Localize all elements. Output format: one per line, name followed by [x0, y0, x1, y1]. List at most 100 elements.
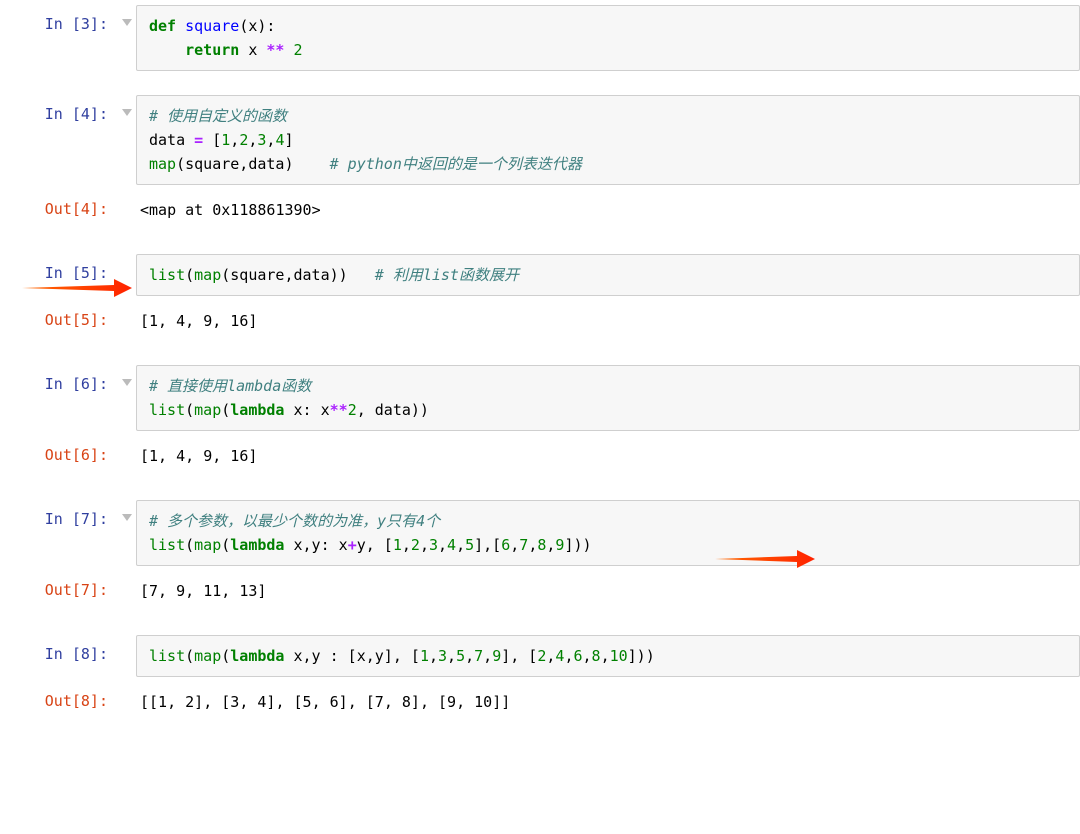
code-token [284, 41, 293, 59]
code-token: list [149, 401, 185, 419]
code-token: 4 [447, 536, 456, 554]
code-input[interactable]: # 直接使用lambda函数 list(map(lambda x: x**2, … [136, 365, 1080, 431]
code-token: ( [221, 401, 230, 419]
code-input[interactable]: def square(x): return x ** 2 [136, 5, 1080, 71]
code-token: list [149, 266, 185, 284]
code-token: , [402, 536, 411, 554]
cell-collapse-toggle [118, 254, 136, 262]
output-gutter [118, 571, 136, 579]
code-token: ( [221, 647, 230, 665]
chevron-down-icon [122, 19, 132, 26]
code-token: lambda [230, 536, 284, 554]
code-token: 10 [610, 647, 628, 665]
in-prompt: In [3]: [0, 5, 118, 36]
code-token: ( [185, 401, 194, 419]
out-prompt: Out[6]: [0, 436, 118, 467]
code-token: # 多个参数，以最少个数的为准，y只有4个 [149, 512, 440, 530]
output-text: [1, 4, 9, 16] [136, 436, 1080, 476]
code-token [149, 41, 185, 59]
out-prompt: Out[7]: [0, 571, 118, 602]
input-cell-3: In [3]: def square(x): return x ** 2 [0, 5, 1080, 71]
code-input[interactable]: list(map(square,data)) # 利用list函数展开 [136, 254, 1080, 296]
code-token: 7 [474, 647, 483, 665]
code-token: 2 [294, 41, 303, 59]
code-token: data [149, 131, 194, 149]
output-cell-4: Out[4]: <map at 0x118861390> [0, 190, 1080, 230]
code-token: ], [ [501, 647, 537, 665]
code-token: 1 [420, 647, 429, 665]
output-text: [[1, 2], [3, 4], [5, 6], [7, 8], [9, 10]… [136, 682, 1080, 722]
code-token: square [185, 17, 239, 35]
output-cell-6: Out[6]: [1, 4, 9, 16] [0, 436, 1080, 476]
code-token: , [465, 647, 474, 665]
code-token: map [194, 647, 221, 665]
out-prompt: Out[8]: [0, 682, 118, 713]
code-token: = [194, 131, 203, 149]
code-token: lambda [230, 647, 284, 665]
code-token: 6 [501, 536, 510, 554]
code-token: (x): [239, 17, 275, 35]
input-cell-4: In [4]: # 使用自定义的函数 data = [1,2,3,4] map(s… [0, 95, 1080, 185]
code-token: , [438, 536, 447, 554]
code-token: return [185, 41, 239, 59]
code-token: (square,data)) [221, 266, 375, 284]
out-prompt: Out[4]: [0, 190, 118, 221]
output-gutter [118, 190, 136, 198]
code-token: map [194, 401, 221, 419]
code-token: list [149, 536, 185, 554]
in-prompt: In [6]: [0, 365, 118, 396]
code-token: , [583, 647, 592, 665]
code-token: ** [266, 41, 284, 59]
cell-collapse-toggle[interactable] [118, 365, 136, 386]
code-token: , [456, 536, 465, 554]
code-token: ] [284, 131, 293, 149]
code-token: 3 [438, 647, 447, 665]
code-token: , [230, 131, 239, 149]
code-input[interactable]: list(map(lambda x,y : [x,y], [1,3,5,7,9]… [136, 635, 1080, 677]
code-token: lambda [230, 401, 284, 419]
code-token: map [149, 155, 176, 173]
code-token: 6 [573, 647, 582, 665]
chevron-down-icon [122, 379, 132, 386]
cell-collapse-toggle[interactable] [118, 5, 136, 26]
code-token: , [510, 536, 519, 554]
output-gutter [118, 301, 136, 309]
code-token: def [149, 17, 185, 35]
code-token: # 直接使用lambda函数 [149, 377, 311, 395]
code-token: , [429, 647, 438, 665]
code-token: , [528, 536, 537, 554]
in-prompt: In [5]: [0, 254, 118, 285]
out-prompt: Out[5]: [0, 301, 118, 332]
code-token: 2 [239, 131, 248, 149]
code-token: x [239, 41, 266, 59]
code-token: ( [185, 647, 194, 665]
cell-collapse-toggle[interactable] [118, 95, 136, 116]
code-token: 2 [411, 536, 420, 554]
output-gutter [118, 436, 136, 444]
code-token: 9 [492, 647, 501, 665]
cell-collapse-toggle [118, 635, 136, 643]
code-token: x,y: x [284, 536, 347, 554]
code-token: + [348, 536, 357, 554]
code-token: 7 [519, 536, 528, 554]
code-token: 1 [221, 131, 230, 149]
input-cell-8: In [8]:list(map(lambda x,y : [x,y], [1,3… [0, 635, 1080, 677]
output-text: <map at 0x118861390> [136, 190, 1080, 230]
code-token: 3 [429, 536, 438, 554]
code-token: ( [221, 536, 230, 554]
output-text: [1, 4, 9, 16] [136, 301, 1080, 341]
code-token: [ [203, 131, 221, 149]
code-token: map [194, 266, 221, 284]
cell-collapse-toggle[interactable] [118, 500, 136, 521]
code-token: ** [330, 401, 348, 419]
output-cell-5: Out[5]: [1, 4, 9, 16] [0, 301, 1080, 341]
code-input[interactable]: # 使用自定义的函数 data = [1,2,3,4] map(square,d… [136, 95, 1080, 185]
code-token: , data)) [357, 401, 429, 419]
code-input[interactable]: # 多个参数，以最少个数的为准，y只有4个 list(map(lambda x,… [136, 500, 1080, 566]
code-token: y, [ [357, 536, 393, 554]
code-token: ])) [564, 536, 591, 554]
chevron-down-icon [122, 514, 132, 521]
code-token: # 使用自定义的函数 [149, 107, 287, 125]
code-token: 8 [592, 647, 601, 665]
in-prompt: In [4]: [0, 95, 118, 126]
